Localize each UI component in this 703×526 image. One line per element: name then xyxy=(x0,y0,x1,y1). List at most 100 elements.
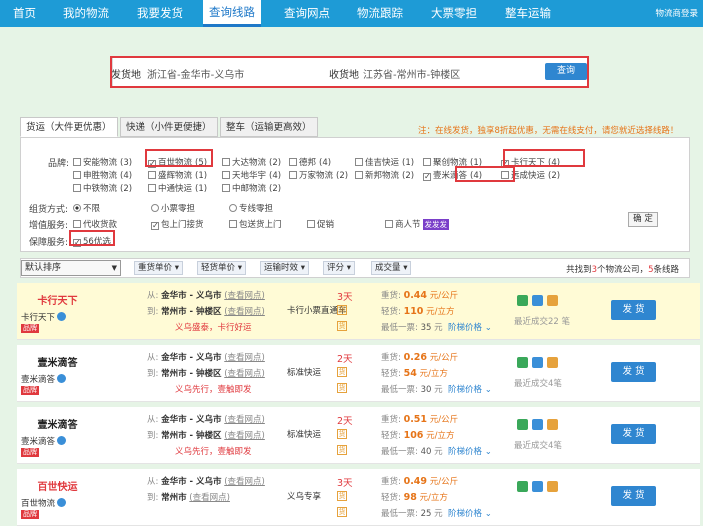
brand-tag: 品牌 xyxy=(21,510,39,519)
checkbox-icon xyxy=(73,171,81,179)
view-point-link[interactable]: (查看网点) xyxy=(224,431,265,441)
view-point-link[interactable]: (查看网点) xyxy=(224,307,265,317)
company-name[interactable]: 卡行天下 xyxy=(21,311,67,323)
view-point-link[interactable]: (查看网点) xyxy=(224,415,265,425)
brand-option[interactable]: 天地华宇 (4) xyxy=(222,169,281,181)
brand-option[interactable]: 中铁物流 (2) xyxy=(73,182,132,194)
checkbox-icon xyxy=(73,184,81,192)
transit-days: 2天 xyxy=(337,354,353,365)
brand-option[interactable]: 佳吉快运 (1) xyxy=(355,156,414,168)
brand-tag: 品牌 xyxy=(21,448,39,457)
mode-option-small[interactable]: 小票零担 xyxy=(151,202,195,214)
service-delivery[interactable]: 包送货上门 xyxy=(229,218,282,230)
view-point-link[interactable]: (查看网点) xyxy=(224,291,265,301)
ship-button[interactable]: 发 货 xyxy=(611,486,656,506)
nav-query-point[interactable]: 查询网点 xyxy=(284,0,330,27)
brand-option[interactable]: 申胜物流 (4) xyxy=(73,169,132,181)
company-name[interactable]: 壹米滴答 xyxy=(21,373,67,385)
nav-query-route[interactable]: 查询线路 xyxy=(203,0,261,27)
vehicle-type: 义乌专享 xyxy=(287,492,322,502)
service-label: 增值服务: xyxy=(29,221,69,231)
mode-option-line[interactable]: 专线零担 xyxy=(229,202,273,214)
company-logo: 百世快运 xyxy=(37,482,78,493)
nav-ftl[interactable]: 整车运输 xyxy=(505,0,551,27)
result-row: 壹米滴答 壹米滴答 品牌 从: 金华市 - 义乌市 (查看网点) 到: 常州市 … xyxy=(17,407,700,464)
checkbox-icon: ✓ xyxy=(423,172,431,181)
ladder-price-link[interactable]: 阶梯价格 xyxy=(448,447,482,457)
chevron-down-icon: ⌄ xyxy=(484,447,492,457)
view-point-link[interactable]: (查看网点) xyxy=(224,369,265,379)
highlight-yimi xyxy=(455,166,515,182)
light-price: 轻货: 110 元/立方 xyxy=(381,306,455,317)
view-point-link[interactable]: (查看网点) xyxy=(189,493,230,503)
highlight-kaxing xyxy=(503,149,585,167)
sort-dropdown[interactable]: 默认排序 ▼ xyxy=(21,260,121,276)
filter-confirm-button[interactable]: 确 定 xyxy=(628,212,658,227)
mode-option-any[interactable]: 不限 xyxy=(73,202,100,214)
service-cod[interactable]: 代收货款 xyxy=(73,218,117,230)
nav-ship[interactable]: 我要发货 xyxy=(137,0,183,27)
tab-ftl[interactable]: 整车（运输更高效） xyxy=(220,117,318,137)
view-point-link[interactable]: (查看网点) xyxy=(224,477,265,487)
nav-home[interactable]: 首页 xyxy=(13,0,36,27)
freight-icon: 货 xyxy=(337,321,347,331)
ladder-price-link[interactable]: 阶梯价格 xyxy=(448,509,482,519)
ladder-price-link[interactable]: 阶梯价格 xyxy=(448,323,482,333)
nav-tracking[interactable]: 物流跟踪 xyxy=(357,0,403,27)
service-icons xyxy=(517,357,562,371)
brand-option[interactable]: 万家物流 (2) xyxy=(289,169,348,181)
sort-volume[interactable]: 成交量 ▾ xyxy=(371,261,412,275)
ship-button[interactable]: 发 货 xyxy=(611,300,656,320)
result-row: 卡行天下 卡行天下 品牌 从: 金华市 - 义乌市 (查看网点) 到: 常州市 … xyxy=(17,283,700,340)
tab-express[interactable]: 快递（小件更便捷） xyxy=(120,117,218,137)
company-name[interactable]: 百世物流 xyxy=(21,497,67,509)
tab-freight[interactable]: 货运（大件更优惠） xyxy=(20,117,118,137)
route-slogan: 义乌先行，壹触即发 xyxy=(175,447,252,457)
brand-option[interactable]: 盛辉物流 (1) xyxy=(148,169,207,181)
checkbox-icon xyxy=(423,158,431,166)
transit-days: 3天 xyxy=(337,292,353,303)
route-from: 从: 金华市 - 义乌市 (查看网点) xyxy=(147,477,265,487)
recent-deals: 最近成交22 笔 xyxy=(514,317,571,327)
ladder-price-link[interactable]: 阶梯价格 xyxy=(448,385,482,395)
brand-option[interactable]: 安能物流 (3) xyxy=(73,156,132,168)
carrier-login-link[interactable]: 物流商登录 xyxy=(655,0,698,29)
brand-option[interactable]: 大达物流 (2) xyxy=(222,156,281,168)
brand-option[interactable]: 中通快运 (1) xyxy=(148,182,207,194)
checkbox-icon xyxy=(355,171,363,179)
checkbox-icon xyxy=(73,158,81,166)
medal-icon xyxy=(547,419,558,430)
guarantee-label: 保障服务: xyxy=(29,238,69,248)
checkbox-icon xyxy=(148,184,156,192)
ship-button[interactable]: 发 货 xyxy=(611,362,656,382)
nav-my-logistics[interactable]: 我的物流 xyxy=(63,0,109,27)
sort-light-price[interactable]: 轻货单价 ▾ xyxy=(197,261,246,275)
medal-icon xyxy=(547,481,558,492)
brand-option[interactable]: 德邦 (4) xyxy=(289,156,331,168)
brand-option[interactable]: 新邦物流 (2) xyxy=(355,169,414,181)
freight-icon: 货 xyxy=(337,491,347,501)
brand-tag: 品牌 xyxy=(21,324,39,333)
company-name[interactable]: 壹米滴答 xyxy=(21,435,67,447)
nav-ltl[interactable]: 大票零担 xyxy=(431,0,477,27)
service-merchant-day[interactable]: 商人节 发发发 xyxy=(385,218,450,230)
service-icons xyxy=(517,419,562,433)
service-pickup[interactable]: ✓ 包上门接货 xyxy=(151,218,204,230)
ship-button[interactable]: 发 货 xyxy=(611,424,656,444)
sort-score[interactable]: 评分 ▾ xyxy=(323,261,355,275)
shield-icon xyxy=(517,481,528,492)
checkbox-icon xyxy=(355,158,363,166)
brand-tag: 品牌 xyxy=(21,386,39,395)
brand-label: 品牌: xyxy=(48,159,70,169)
top-nav: 首页 我的物流 我要发货 查询线路 查询网点 物流跟踪 大票零担 整车运输 物流… xyxy=(0,0,703,27)
view-point-link[interactable]: (查看网点) xyxy=(224,353,265,363)
route-from: 从: 金华市 - 义乌市 (查看网点) xyxy=(147,415,265,425)
medal-icon xyxy=(547,357,558,368)
sort-heavy-price[interactable]: 重货单价 ▾ xyxy=(134,261,183,275)
sort-time[interactable]: 运输时效 ▾ xyxy=(260,261,309,275)
service-promo[interactable]: 促销 xyxy=(307,218,334,230)
light-price: 轻货: 98 元/立方 xyxy=(381,492,448,503)
brand-option[interactable]: 中邮物流 (2) xyxy=(222,182,281,194)
company-logo: 卡行天下 xyxy=(37,296,78,307)
checkbox-icon xyxy=(73,220,81,228)
